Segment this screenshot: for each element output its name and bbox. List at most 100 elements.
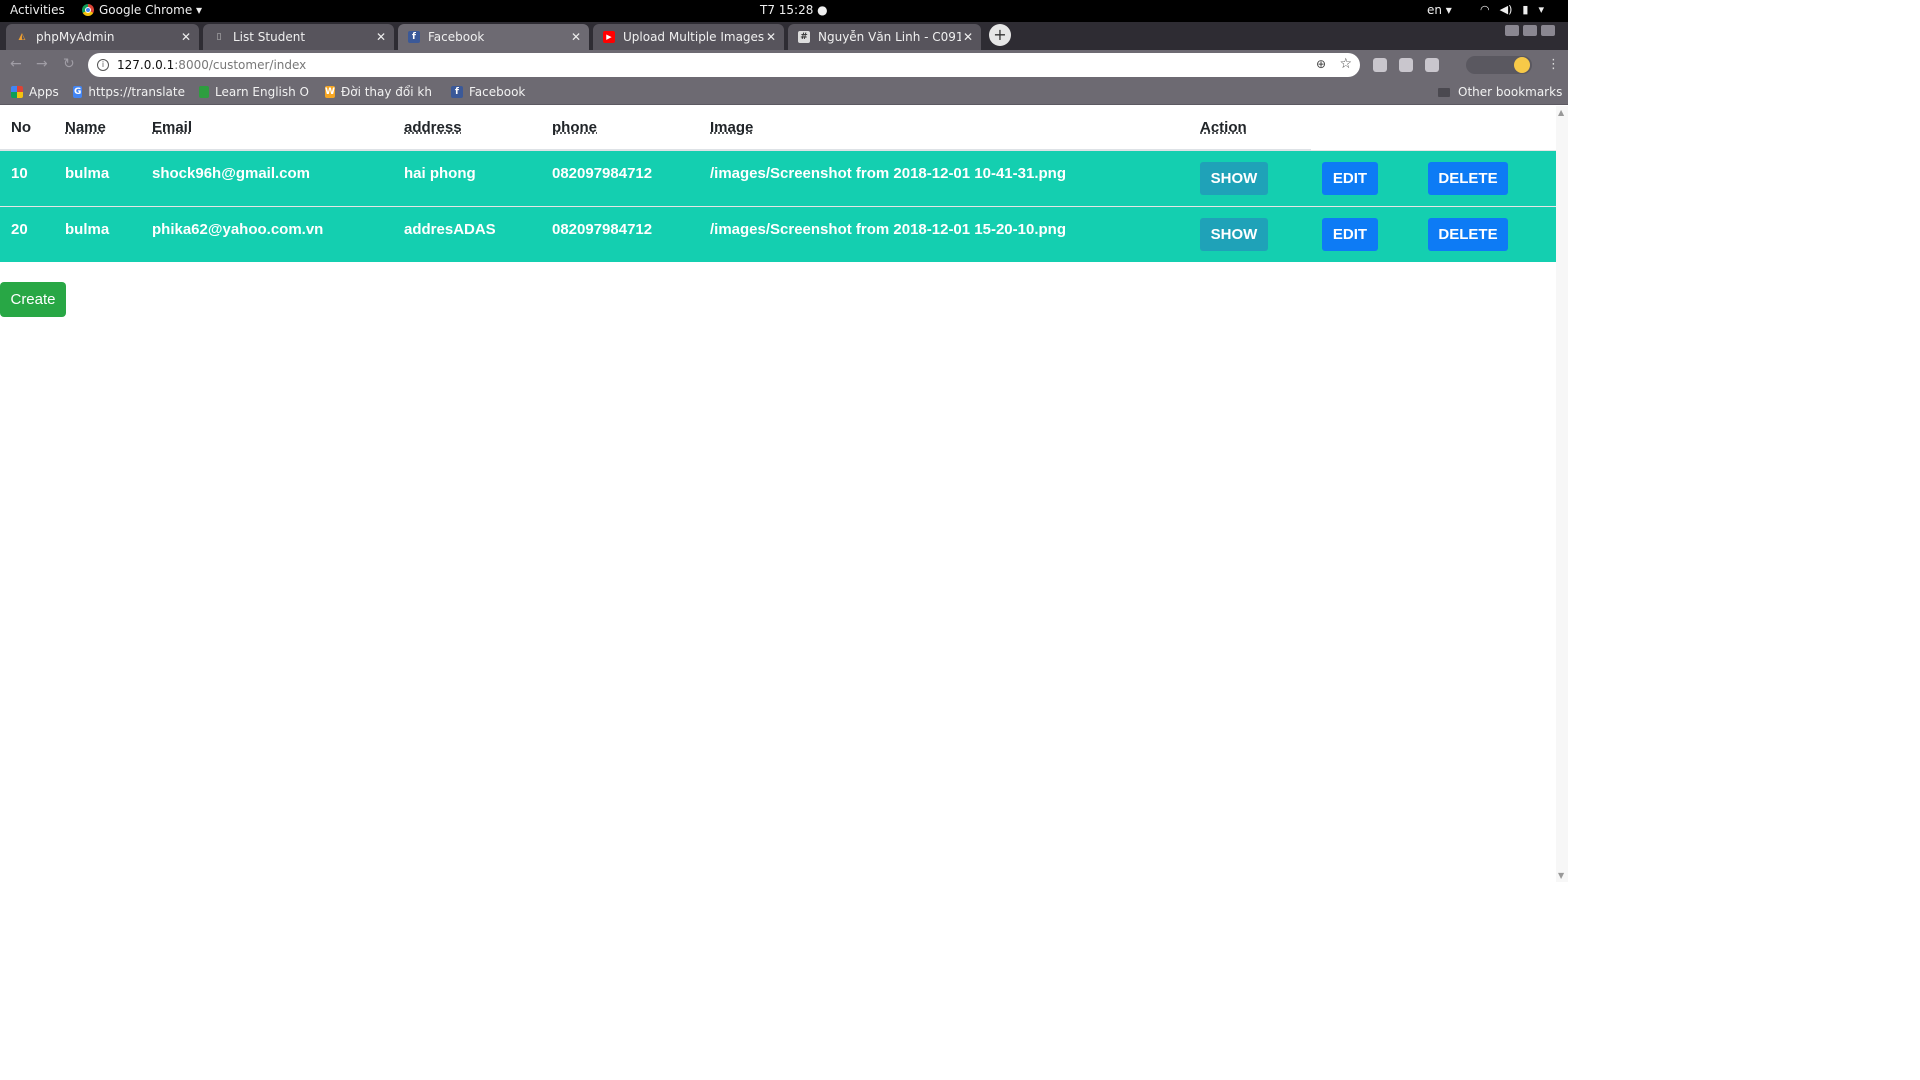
close-icon[interactable]: ✕: [961, 30, 975, 44]
tab-title: List Student: [233, 30, 306, 44]
system-top-bar: Activities Google Chrome ▾ T7 15:28 ● en…: [0, 0, 1568, 22]
other-bookmarks[interactable]: Other bookmarks: [1438, 85, 1562, 99]
hash-icon: #: [798, 31, 810, 43]
create-button[interactable]: Create: [0, 282, 66, 317]
header-address[interactable]: address: [393, 106, 541, 151]
wifi-icon: ◠: [1480, 3, 1490, 16]
browser-toolbar: ← → ↻ i 127.0.0.1:8000/customer/index ⊕ …: [0, 50, 1568, 80]
cell-name: bulma: [54, 149, 141, 206]
tab-title: Facebook: [428, 30, 485, 44]
url-host: 127.0.0.1: [117, 58, 175, 72]
header-phone[interactable]: phone: [541, 106, 699, 151]
learn-english-icon: [199, 86, 210, 98]
header-action[interactable]: Action: [1189, 106, 1311, 151]
vertical-scrollbar[interactable]: ▲ ▼: [1556, 106, 1568, 882]
extension-icon[interactable]: [1399, 58, 1413, 72]
window-close-button[interactable]: [1541, 25, 1555, 36]
page-content: No Name Email address phone Image Action…: [0, 106, 1556, 882]
tab-nguyen-van-linh[interactable]: # Nguyễn Văn Linh - C0918 ✕: [788, 24, 981, 50]
cell-name: bulma: [54, 205, 141, 262]
google-translate-icon: G: [73, 86, 83, 98]
cell-address: hai phong: [393, 149, 541, 206]
maximize-button[interactable]: [1523, 25, 1537, 36]
header-spacer: [1417, 106, 1556, 150]
header-no: No: [0, 106, 54, 151]
bookmark-doi-thay-doi[interactable]: W Đời thay đổi khi: [325, 85, 433, 99]
header-name[interactable]: Name: [54, 106, 141, 151]
tab-title: Nguyễn Văn Linh - C0918: [818, 30, 961, 44]
close-icon[interactable]: ✕: [764, 30, 778, 44]
bookmark-facebook[interactable]: f Facebook: [451, 85, 525, 99]
zoom-icon[interactable]: ⊕: [1316, 57, 1326, 71]
tab-title: phpMyAdmin: [36, 30, 115, 44]
address-bar[interactable]: i 127.0.0.1:8000/customer/index ⊕ ☆: [88, 53, 1360, 77]
customer-table: No Name Email address phone Image Action…: [0, 106, 1556, 262]
cell-address: addresADAS: [393, 205, 541, 262]
edit-button[interactable]: EDIT: [1322, 161, 1378, 195]
battery-icon: ▮: [1522, 3, 1529, 16]
tab-facebook[interactable]: f Facebook ✕: [398, 24, 589, 50]
table-row: 10 bulma shock96h@gmail.com hai phong 08…: [0, 149, 1556, 206]
cell-edit: EDIT: [1311, 205, 1417, 262]
language-indicator[interactable]: en ▾: [1427, 3, 1452, 17]
activities-button[interactable]: Activities: [10, 3, 65, 17]
cell-show: SHOW: [1189, 205, 1311, 262]
tab-phpmyadmin[interactable]: ◭ phpMyAdmin ✕: [6, 24, 199, 50]
table-row: 20 bulma phika62@yahoo.com.vn addresADAS…: [0, 205, 1556, 262]
cell-delete: DELETE: [1417, 205, 1556, 262]
scroll-down-icon[interactable]: ▼: [1558, 871, 1564, 880]
scroll-up-icon[interactable]: ▲: [1558, 108, 1564, 117]
show-button[interactable]: SHOW: [1200, 162, 1268, 195]
volume-icon: ◀): [1499, 3, 1513, 16]
close-icon[interactable]: ✕: [569, 30, 583, 44]
menu-dots-icon[interactable]: ⋮: [1547, 57, 1560, 72]
extension-icon[interactable]: [1425, 58, 1439, 72]
cell-image: /images/Screenshot from 2018-12-01 10-41…: [699, 149, 1189, 206]
delete-button[interactable]: DELETE: [1428, 217, 1508, 251]
tab-strip: ◭ phpMyAdmin ✕ ▯ List Student ✕ f Facebo…: [0, 22, 1568, 50]
edit-button[interactable]: EDIT: [1322, 217, 1378, 251]
cell-image: /images/Screenshot from 2018-12-01 15-20…: [699, 205, 1189, 262]
app-menu[interactable]: Google Chrome ▾: [82, 3, 202, 17]
facebook-icon: f: [451, 86, 463, 98]
delete-button[interactable]: DELETE: [1428, 161, 1508, 195]
close-icon[interactable]: ✕: [374, 30, 388, 44]
phpmyadmin-icon: ◭: [18, 32, 26, 42]
cell-show: SHOW: [1189, 149, 1311, 206]
system-tray[interactable]: ◠ ◀) ▮ ▾: [1480, 3, 1544, 16]
other-bookmarks-label: Other bookmarks: [1458, 85, 1563, 99]
close-icon[interactable]: ✕: [179, 30, 193, 44]
header-image[interactable]: Image: [699, 106, 1189, 151]
bookmark-learn-english[interactable]: Learn English O: [199, 85, 309, 99]
back-arrow-icon[interactable]: ←: [10, 56, 22, 72]
header-email[interactable]: Email: [141, 106, 393, 151]
reload-icon[interactable]: ↻: [63, 56, 75, 72]
table-header-row: No Name Email address phone Image Action: [0, 106, 1556, 151]
forward-arrow-icon[interactable]: →: [36, 56, 48, 72]
facebook-icon: f: [408, 31, 420, 43]
folder-icon: [1438, 87, 1450, 97]
bookmark-label: Đời thay đổi khi: [340, 85, 433, 99]
page-icon: ▯: [216, 32, 222, 42]
bookmark-label: Apps: [29, 85, 59, 99]
bookmark-translate[interactable]: G https://translate: [73, 85, 185, 99]
bookmark-star-icon[interactable]: ☆: [1339, 56, 1352, 72]
new-tab-button[interactable]: +: [989, 24, 1011, 46]
cell-email: shock96h@gmail.com: [141, 149, 393, 206]
bookmark-apps[interactable]: Apps: [11, 85, 59, 99]
extension-icon[interactable]: [1373, 58, 1387, 72]
youtube-icon: ▶: [603, 31, 615, 43]
tab-list-student[interactable]: ▯ List Student ✕: [203, 24, 394, 50]
tab-title: Upload Multiple Images in: [623, 30, 764, 44]
cell-no: 10: [0, 149, 54, 206]
window-controls: [1505, 25, 1555, 36]
tab-upload-images[interactable]: ▶ Upload Multiple Images in ✕: [593, 24, 784, 50]
url-path: :8000/customer/index: [174, 58, 307, 72]
clock[interactable]: T7 15:28 ●: [760, 3, 828, 17]
show-button[interactable]: SHOW: [1200, 217, 1268, 251]
bookmark-label: https://translate: [88, 85, 185, 99]
profile-button[interactable]: [1466, 56, 1532, 74]
info-icon[interactable]: i: [97, 59, 109, 71]
bookmarks-bar: Apps G https://translate Learn English O…: [0, 80, 1568, 105]
minimize-button[interactable]: [1505, 25, 1519, 36]
